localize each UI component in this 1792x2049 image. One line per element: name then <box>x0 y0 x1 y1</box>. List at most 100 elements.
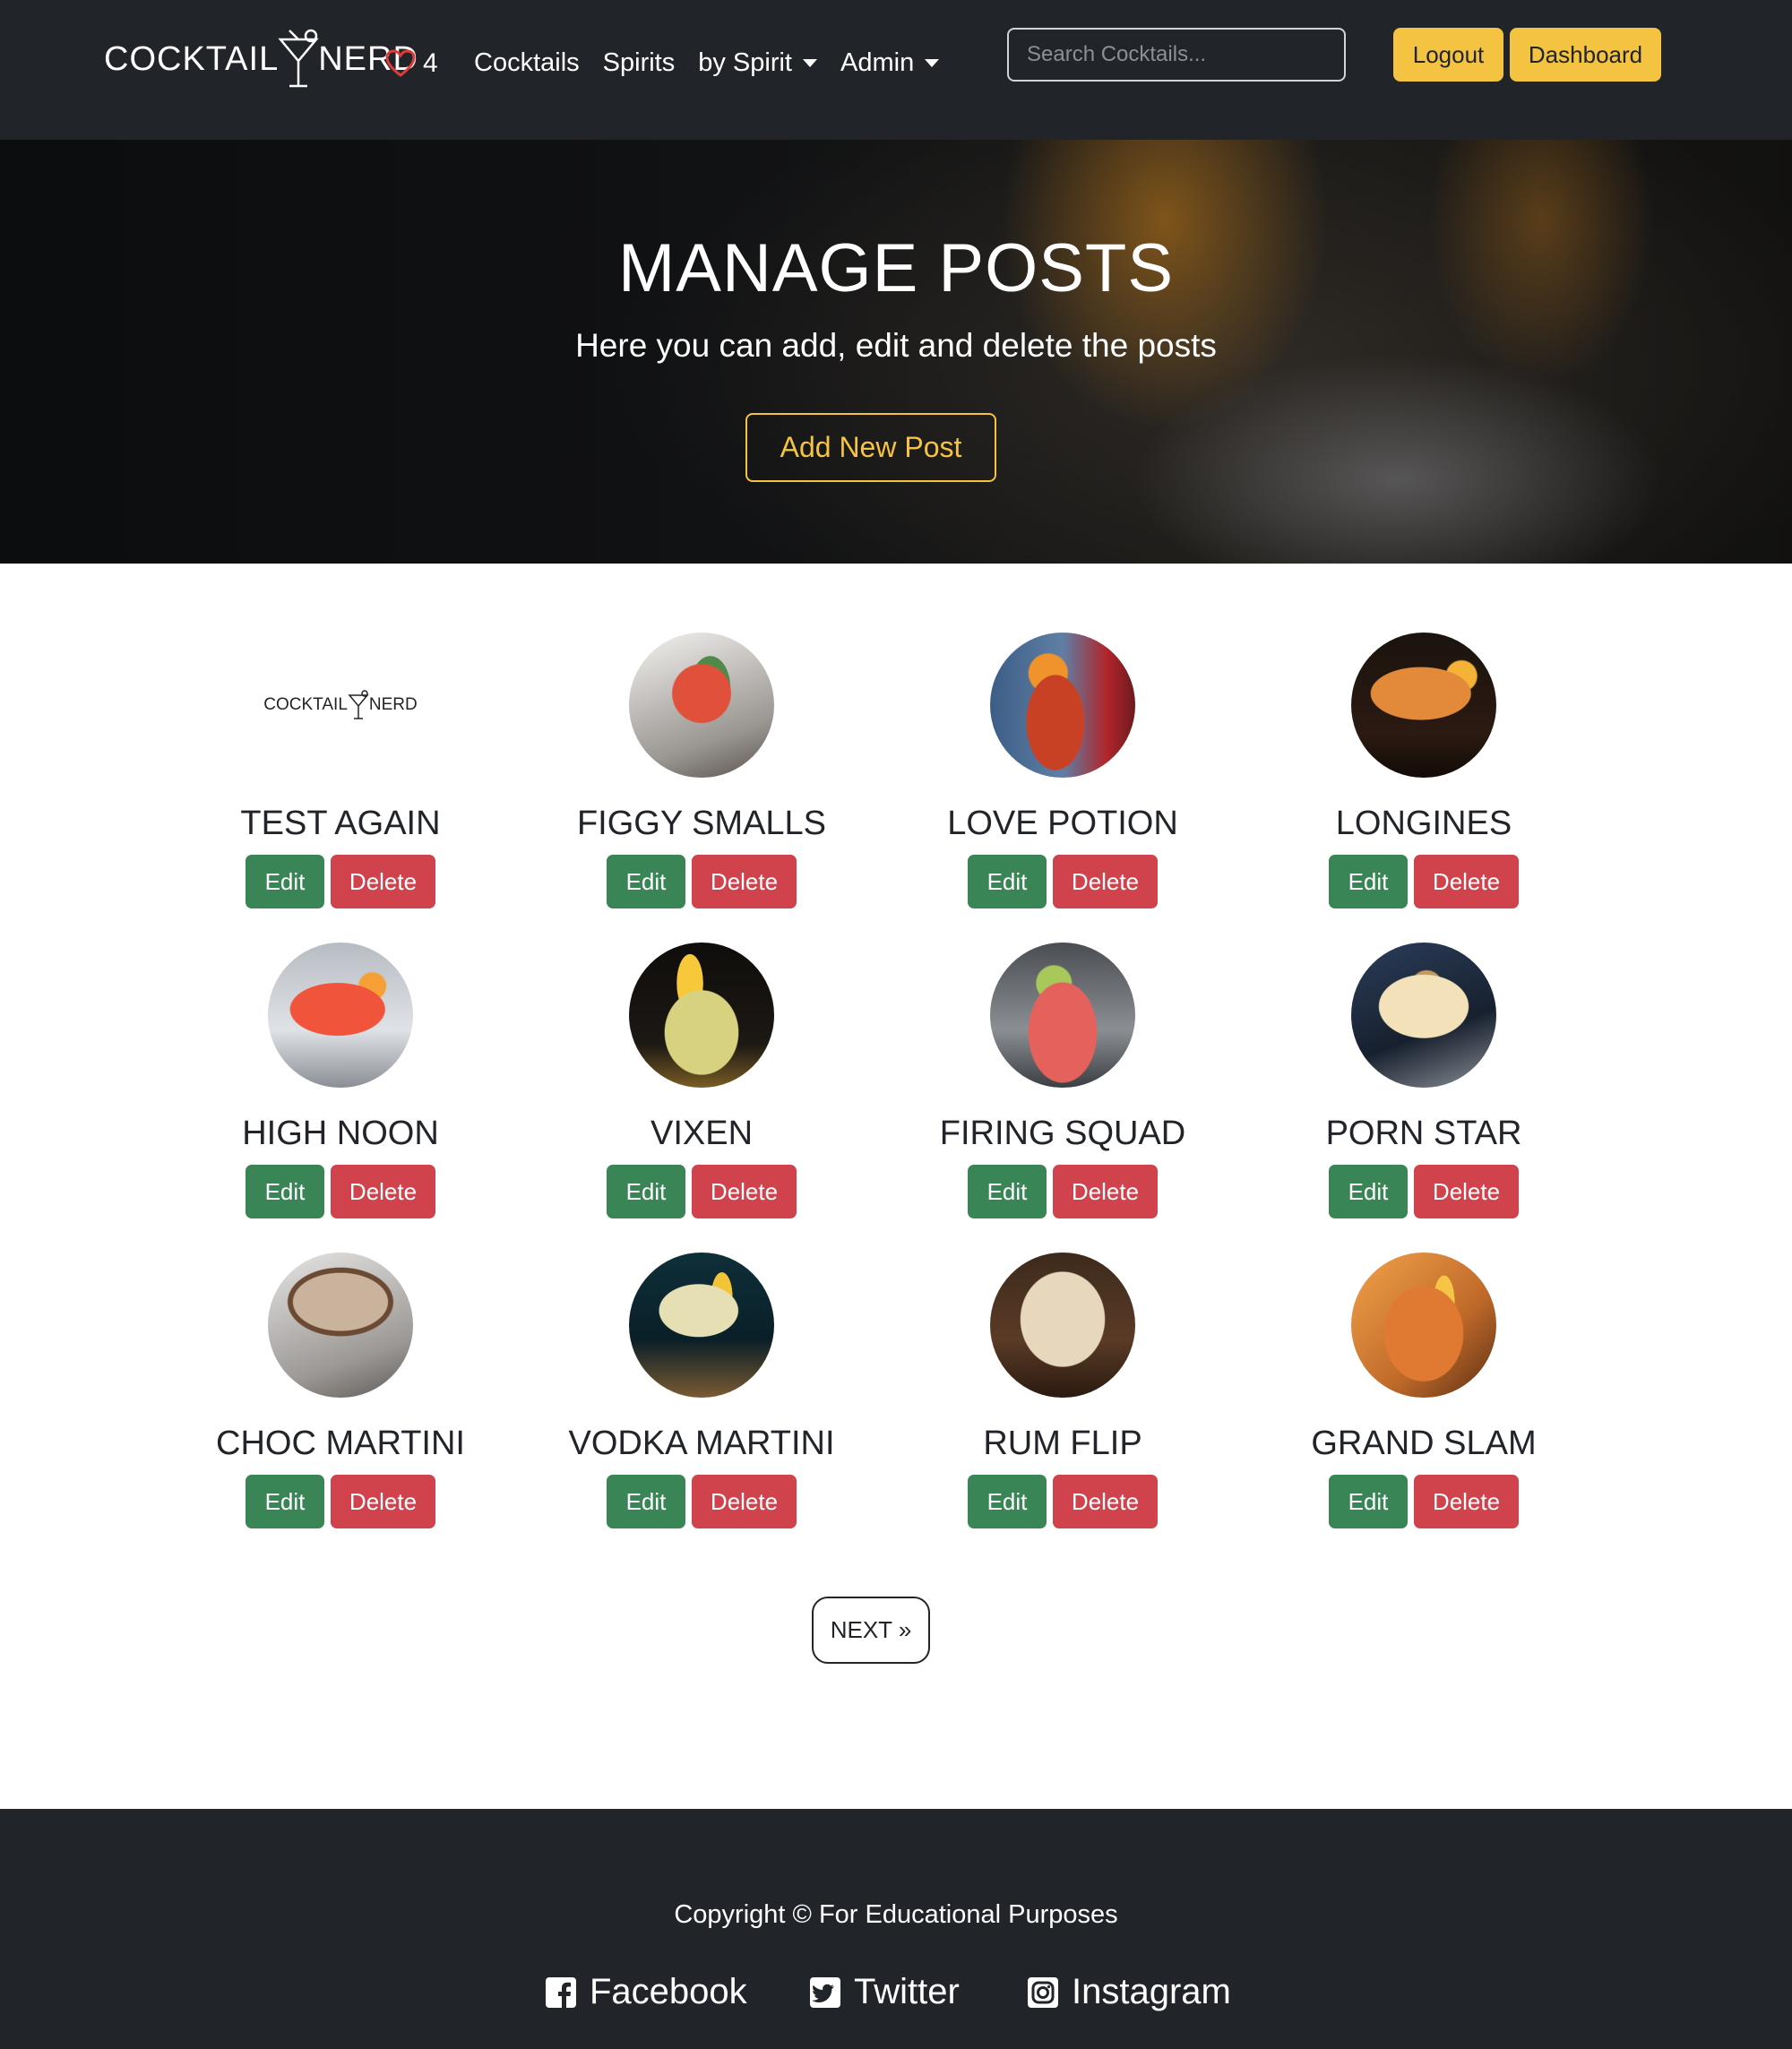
post-actions: Edit Delete <box>1329 855 1519 908</box>
post-title: HIGH NOON <box>242 1115 439 1152</box>
nav-by-spirit-label: by Spirit <box>698 48 792 77</box>
post-card: FIGGY SMALLS Edit Delete <box>554 633 849 908</box>
edit-button[interactable]: Edit <box>968 1475 1047 1528</box>
facebook-label: Facebook <box>590 1972 747 2011</box>
post-title: LOVE POTION <box>947 805 1178 842</box>
post-thumbnail <box>1351 633 1496 778</box>
post-card: VIXEN Edit Delete <box>554 943 849 1218</box>
navbar: COCKTAIL NERD 4 Cocktails Spirits by Spi… <box>0 0 1792 140</box>
page-title: MANAGE POSTS <box>617 230 1175 306</box>
page-subtitle: Here you can add, edit and delete the po… <box>575 327 1217 364</box>
facebook-link[interactable]: Facebook <box>545 1972 747 2012</box>
nav-links: Cocktails Spirits by Spirit Admin <box>474 48 940 78</box>
delete-button[interactable]: Delete <box>331 855 435 908</box>
post-card: FIRING SQUAD Edit Delete <box>915 943 1210 1218</box>
post-thumbnail <box>990 1253 1135 1398</box>
edit-button[interactable]: Edit <box>1329 1165 1408 1218</box>
nav-admin-label: Admin <box>840 48 915 77</box>
favorites-link[interactable]: 4 <box>385 48 438 79</box>
post-thumbnail <box>268 1253 413 1398</box>
post-actions: Edit Delete <box>968 1165 1158 1218</box>
post-card: LONGINES Edit Delete <box>1276 633 1572 908</box>
delete-button[interactable]: Delete <box>1053 1475 1158 1528</box>
next-page-button[interactable]: NEXT » <box>812 1597 930 1664</box>
post-title: CHOC MARTINI <box>216 1425 465 1462</box>
post-thumbnail <box>990 633 1135 778</box>
delete-button[interactable]: Delete <box>1053 855 1158 908</box>
post-thumbnail <box>1351 943 1496 1088</box>
post-actions: Edit Delete <box>1329 1165 1519 1218</box>
post-card: COCKTAIL NERD TEST AGAIN Edit Delete <box>193 633 488 908</box>
nav-spirits-label: Spirits <box>602 48 676 77</box>
post-card: HIGH NOON Edit Delete <box>193 943 488 1218</box>
nav-cocktails-label: Cocktails <box>474 48 580 77</box>
instagram-icon <box>1028 1976 1058 2008</box>
post-thumbnail <box>629 633 774 778</box>
delete-button[interactable]: Delete <box>1053 1165 1158 1218</box>
edit-button[interactable]: Edit <box>968 855 1047 908</box>
delete-button[interactable]: Delete <box>1414 1165 1519 1218</box>
edit-button[interactable]: Edit <box>246 1165 324 1218</box>
twitter-label: Twitter <box>854 1972 960 2011</box>
post-actions: Edit Delete <box>607 1165 797 1218</box>
post-actions: Edit Delete <box>246 855 435 908</box>
edit-button[interactable]: Edit <box>607 855 685 908</box>
post-card: VODKA MARTINI Edit Delete <box>554 1253 849 1528</box>
delete-button[interactable]: Delete <box>331 1165 435 1218</box>
add-new-post-button[interactable]: Add New Post <box>745 413 996 482</box>
logo-text-left: COCKTAIL <box>263 695 348 714</box>
logout-button[interactable]: Logout <box>1393 28 1503 82</box>
delete-button[interactable]: Delete <box>692 1165 797 1218</box>
edit-button[interactable]: Edit <box>1329 855 1408 908</box>
post-actions: Edit Delete <box>1329 1475 1519 1528</box>
cocktail-glass-icon <box>348 690 369 719</box>
post-title: LONGINES <box>1335 805 1512 842</box>
post-actions: Edit Delete <box>607 1475 797 1528</box>
post-title: RUM FLIP <box>983 1425 1142 1462</box>
nav-by-spirit-dropdown[interactable]: by Spirit <box>698 48 817 78</box>
post-card: CHOC MARTINI Edit Delete <box>193 1253 488 1528</box>
caret-down-icon <box>803 59 817 67</box>
delete-button[interactable]: Delete <box>692 1475 797 1528</box>
post-actions: Edit Delete <box>968 1475 1158 1528</box>
edit-button[interactable]: Edit <box>607 1165 685 1218</box>
edit-button[interactable]: Edit <box>968 1165 1047 1218</box>
post-thumbnail <box>629 943 774 1088</box>
cocktail-glass-icon <box>278 29 319 88</box>
search-input[interactable] <box>1007 28 1346 82</box>
twitter-link[interactable]: Twitter <box>809 1972 960 2012</box>
post-card: PORN STAR Edit Delete <box>1276 943 1572 1218</box>
post-actions: Edit Delete <box>246 1475 435 1528</box>
nav-spirits[interactable]: Spirits <box>603 48 676 78</box>
post-card: LOVE POTION Edit Delete <box>915 633 1210 908</box>
dashboard-button[interactable]: Dashboard <box>1510 28 1661 82</box>
delete-button[interactable]: Delete <box>331 1475 435 1528</box>
brand-logo[interactable]: COCKTAIL NERD <box>104 27 418 91</box>
copyright-text: Copyright © For Educational Purposes <box>674 1900 1118 1929</box>
edit-button[interactable]: Edit <box>246 1475 324 1528</box>
nav-admin-dropdown[interactable]: Admin <box>840 48 940 78</box>
post-actions: Edit Delete <box>607 855 797 908</box>
post-card: RUM FLIP Edit Delete <box>915 1253 1210 1528</box>
post-title: VODKA MARTINI <box>568 1425 835 1462</box>
instagram-label: Instagram <box>1072 1972 1231 2011</box>
post-thumbnail <box>629 1253 774 1398</box>
caret-down-icon <box>925 59 940 67</box>
post-title: VIXEN <box>650 1115 754 1152</box>
edit-button[interactable]: Edit <box>607 1475 685 1528</box>
post-actions: Edit Delete <box>246 1165 435 1218</box>
delete-button[interactable]: Delete <box>1414 1475 1519 1528</box>
post-title: GRAND SLAM <box>1311 1425 1537 1462</box>
edit-button[interactable]: Edit <box>246 855 324 908</box>
instagram-link[interactable]: Instagram <box>1027 1972 1231 2012</box>
facebook-icon <box>546 1976 576 2009</box>
delete-button[interactable]: Delete <box>1414 855 1519 908</box>
edit-button[interactable]: Edit <box>1329 1475 1408 1528</box>
heart-icon <box>385 49 416 77</box>
brand-text-left: COCKTAIL <box>104 39 280 78</box>
nav-cocktails[interactable]: Cocktails <box>474 48 580 78</box>
post-card: GRAND SLAM Edit Delete <box>1276 1253 1572 1528</box>
delete-button[interactable]: Delete <box>692 855 797 908</box>
post-thumbnail-logo: COCKTAIL NERD <box>263 633 418 778</box>
post-actions: Edit Delete <box>968 855 1158 908</box>
